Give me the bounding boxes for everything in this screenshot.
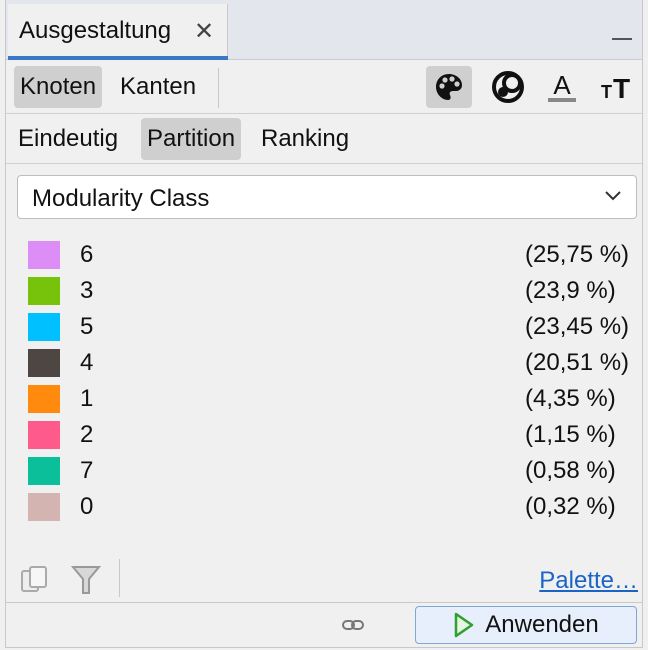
partition-label: 3 [80,277,94,304]
color-swatch[interactable] [28,421,60,449]
partition-label: 7 [80,457,94,484]
tab-eindeutig[interactable]: Eindeutig [12,118,124,160]
attribute-dropdown[interactable]: Modularity Class [17,175,637,219]
color-swatch[interactable] [28,349,60,377]
attribute-dropdown-value: Modularity Class [32,185,210,212]
copy-icon[interactable] [18,563,52,597]
list-item[interactable]: 2 (1,15 %) [6,417,642,453]
mode-tabs: Eindeutig Partition Ranking [6,114,642,164]
partition-percent: (0,58 %) [525,457,616,484]
partition-label: 0 [80,493,94,520]
tab-ranking[interactable]: Ranking [255,118,355,160]
partition-percent: (0,32 %) [525,493,616,520]
chevron-down-icon [605,191,621,201]
label-color-icon[interactable]: A [539,66,585,108]
partition-percent: (25,75 %) [525,241,630,268]
tab-partition[interactable]: Partition [141,118,242,160]
partition-percent: (20,51 %) [525,349,630,376]
partition-label: 1 [80,385,94,412]
filter-icon[interactable] [70,563,102,597]
color-swatch[interactable] [28,313,60,341]
partition-label: 4 [80,349,94,376]
divider [218,68,219,108]
color-swatch[interactable] [28,493,60,521]
size-rings-icon[interactable] [485,66,531,108]
color-swatch[interactable] [28,241,60,269]
list-item[interactable]: 7 (0,58 %) [6,453,642,489]
play-icon [455,612,474,638]
partition-label: 6 [80,241,94,268]
target-toolbar: Knoten Kanten A T T [6,62,642,114]
svg-text:T: T [613,73,630,102]
list-item[interactable]: 4 (20,51 %) [6,345,642,381]
tab-ausgestaltung[interactable]: Ausgestaltung ✕ [8,4,228,60]
partition-percent: (23,9 %) [525,277,616,304]
apply-label: Anwenden [485,611,599,638]
minimize-icon[interactable] [612,38,632,40]
palette-link[interactable]: Palette… [539,567,638,595]
bottom-toolbar: Palette… [6,555,642,603]
close-icon[interactable]: ✕ [194,17,214,46]
tab-title: Ausgestaltung [19,17,172,44]
tab-knoten[interactable]: Knoten [14,66,103,108]
label-size-icon[interactable]: T T [594,66,640,108]
link-chain-icon[interactable] [342,618,364,632]
list-item[interactable]: 3 (23,9 %) [6,273,642,309]
footer: Anwenden [6,604,642,648]
partition-percent: (4,35 %) [525,385,616,412]
list-item[interactable]: 6 (25,75 %) [6,237,642,273]
svg-text:T: T [601,82,612,102]
color-swatch[interactable] [28,385,60,413]
tab-active-indicator [8,56,228,60]
partition-label: 2 [80,421,94,448]
partition-label: 5 [80,313,94,340]
list-item[interactable]: 1 (4,35 %) [6,381,642,417]
divider [119,559,120,597]
appearance-panel: Ausgestaltung ✕ Knoten Kanten A T T Eind… [5,0,643,648]
partition-percent: (1,15 %) [525,421,616,448]
list-item[interactable]: 5 (23,45 %) [6,309,642,345]
color-swatch[interactable] [28,277,60,305]
list-item[interactable]: 0 (0,32 %) [6,489,642,525]
apply-button[interactable]: Anwenden [415,606,637,644]
title-bar: Ausgestaltung ✕ [6,0,642,60]
color-swatch[interactable] [28,457,60,485]
partition-percent: (23,45 %) [525,313,630,340]
svg-text:A: A [553,70,571,100]
palette-icon[interactable] [426,66,472,108]
tab-kanten[interactable]: Kanten [114,66,202,108]
